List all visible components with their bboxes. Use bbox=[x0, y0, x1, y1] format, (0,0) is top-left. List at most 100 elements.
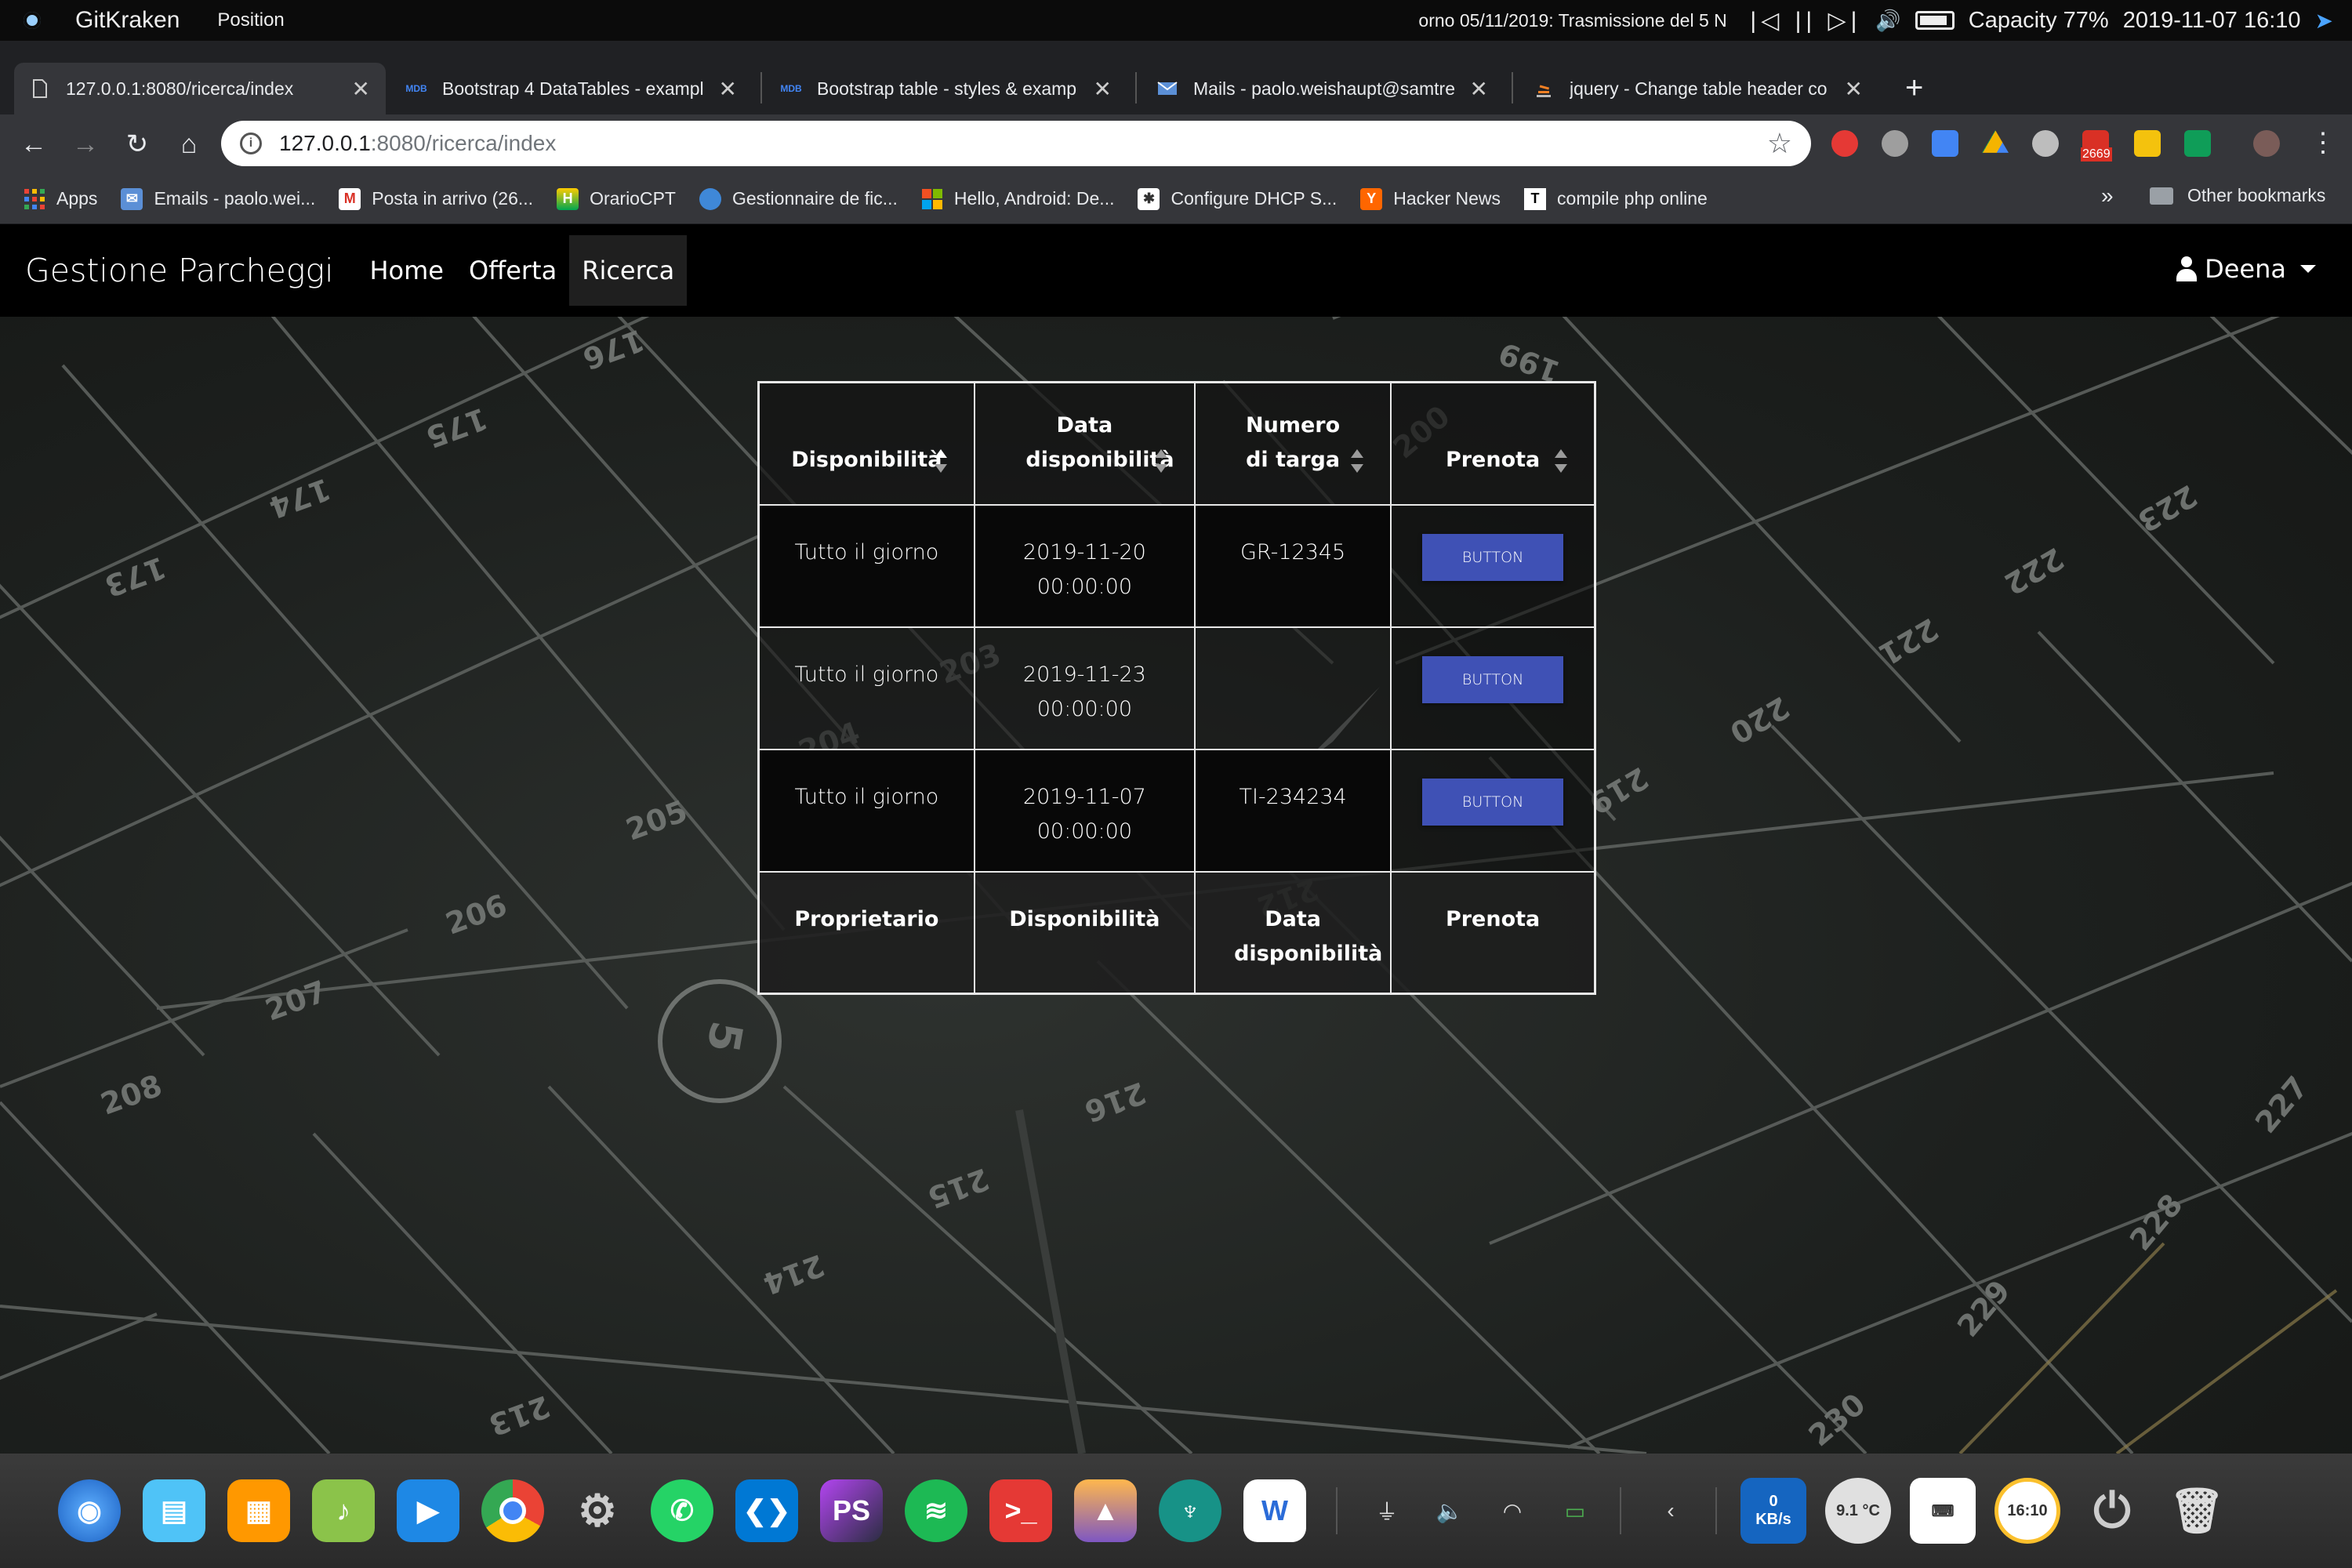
bookmark-star-icon[interactable]: ☆ bbox=[1767, 127, 1792, 160]
bookmark-emails[interactable]: ✉ Emails - paolo.wei... bbox=[121, 187, 315, 210]
mega-extension-icon[interactable] bbox=[1882, 130, 1908, 157]
launcher-icon[interactable]: ◉ bbox=[58, 1479, 121, 1542]
wps-writer-icon[interactable]: W bbox=[1243, 1479, 1306, 1542]
header-disponibilita[interactable]: Disponibilità bbox=[757, 381, 975, 506]
google-drive-icon[interactable] bbox=[1982, 130, 2009, 153]
bookmark-configure-dhcp[interactable]: ✱ Configure DHCP S... bbox=[1138, 187, 1337, 210]
usb-icon[interactable]: ⏚ bbox=[1361, 1485, 1413, 1537]
site-info-icon[interactable]: i bbox=[240, 132, 262, 154]
close-tab-icon[interactable]: ✕ bbox=[352, 76, 370, 102]
google-translate-icon[interactable] bbox=[1932, 130, 1958, 157]
media-controls[interactable]: |◁ || ▷| bbox=[1750, 7, 1861, 34]
cell-targa: GR-12345 bbox=[1193, 503, 1392, 628]
prenota-button[interactable]: BUTTON bbox=[1422, 533, 1564, 581]
active-app-name[interactable]: GitKraken bbox=[75, 7, 180, 34]
sort-icon bbox=[1155, 448, 1167, 473]
music-player-icon[interactable]: ♪ bbox=[312, 1479, 375, 1542]
gitkraken-icon[interactable]: ♆ bbox=[1159, 1479, 1221, 1542]
gmail-icon: M bbox=[339, 187, 361, 210]
trash-icon[interactable]: 🗑 bbox=[2164, 1478, 2230, 1544]
volume-icon[interactable]: 🔊 bbox=[1875, 9, 1900, 33]
spotify-icon[interactable]: ≋ bbox=[905, 1479, 967, 1542]
tab-title: Bootstrap table - styles & examp bbox=[817, 78, 1077, 99]
tab-mails[interactable]: Mails - paolo.weishaupt@samtre ✕ bbox=[1142, 63, 1504, 114]
site-brand[interactable]: Gestione Parcheggi bbox=[25, 252, 333, 289]
tab-bootstrap-datatables[interactable]: MDB Bootstrap 4 DataTables - exampl ✕ bbox=[390, 63, 753, 114]
bookmarks-overflow-button[interactable]: » bbox=[2101, 183, 2114, 209]
phpstorm-icon[interactable]: PS bbox=[820, 1479, 883, 1542]
weather-text: 9.1 °C bbox=[1836, 1501, 1880, 1519]
gmail-badge: 2669 bbox=[2081, 147, 2112, 162]
home-icon[interactable]: ⌂ bbox=[163, 129, 215, 160]
prenota-button[interactable]: BUTTON bbox=[1422, 778, 1564, 826]
nav-ricerca[interactable]: Ricerca bbox=[569, 235, 688, 306]
prenota-button[interactable]: BUTTON bbox=[1422, 655, 1564, 703]
network-speed-widget[interactable]: 0 KB/s bbox=[1740, 1478, 1806, 1544]
parking-table: Disponibilità Data disponibilità Numero … bbox=[757, 381, 1596, 995]
keep-extension-icon[interactable] bbox=[2032, 130, 2059, 157]
table-row: Tutto il giorno 2019-11-23 00:00:00 BUTT… bbox=[757, 626, 1596, 750]
header-data-disponibilita[interactable]: Data disponibilità bbox=[973, 381, 1196, 506]
volume-icon[interactable]: 🔈 bbox=[1424, 1485, 1475, 1537]
app-store-icon[interactable]: ▦ bbox=[227, 1479, 290, 1542]
svg-text:222: 222 bbox=[1998, 541, 2070, 602]
tab-ricerca[interactable]: 127.0.0.1:8080/ricerca/index ✕ bbox=[14, 63, 386, 114]
whatsapp-icon[interactable]: ✆ bbox=[651, 1479, 713, 1542]
tab-jquery[interactable]: jquery - Change table header co ✕ bbox=[1518, 63, 1878, 114]
bookmark-gestionnaire[interactable]: Gestionnaire de fic... bbox=[699, 187, 898, 210]
close-tab-icon[interactable]: ✕ bbox=[719, 76, 737, 102]
wifi-icon[interactable]: ◠ bbox=[1486, 1485, 1538, 1537]
nav-offerta[interactable]: Offerta bbox=[456, 235, 569, 306]
bookmark-hello-android[interactable]: Hello, Android: De... bbox=[921, 188, 1114, 210]
url-text[interactable]: 127.0.0.1:8080/ricerca/index bbox=[279, 131, 1767, 156]
vscode-icon[interactable]: ❮❯ bbox=[735, 1479, 798, 1542]
forward-icon[interactable]: → bbox=[60, 129, 111, 160]
menu-position[interactable]: Position bbox=[217, 9, 284, 31]
tab-title: Mails - paolo.weishaupt@samtre bbox=[1193, 78, 1455, 99]
bookmark-compile-php[interactable]: T compile php online bbox=[1524, 187, 1708, 210]
tab-bootstrap-table[interactable]: MDB Bootstrap table - styles & examp ✕ bbox=[765, 63, 1127, 114]
cell-prenota: BUTTON bbox=[1390, 503, 1596, 628]
cell-targa bbox=[1193, 626, 1392, 750]
close-tab-icon[interactable]: ✕ bbox=[1470, 76, 1488, 102]
video-player-icon[interactable]: ▶ bbox=[397, 1479, 459, 1542]
power-icon[interactable]: ⏻ bbox=[2079, 1478, 2145, 1544]
deepin-logo-icon[interactable] bbox=[24, 12, 41, 29]
close-tab-icon[interactable]: ✕ bbox=[1094, 76, 1112, 102]
battery-icon[interactable]: ▭ bbox=[1549, 1485, 1601, 1537]
dock-divider bbox=[1336, 1487, 1338, 1534]
adblock-extension-icon[interactable] bbox=[1831, 130, 1858, 157]
keyboard-icon[interactable]: ⌨ bbox=[1910, 1478, 1976, 1544]
chevron-left-icon[interactable]: ‹ bbox=[1645, 1485, 1697, 1537]
terminal-icon[interactable]: >_ bbox=[989, 1479, 1052, 1542]
user-dropdown[interactable]: Deena bbox=[2176, 254, 2316, 284]
header-prenota[interactable]: Prenota bbox=[1390, 381, 1596, 506]
bookmark-apps[interactable]: Apps bbox=[24, 188, 97, 210]
extension-icon[interactable] bbox=[2134, 130, 2161, 157]
file-manager-icon[interactable]: ▤ bbox=[143, 1479, 205, 1542]
back-icon[interactable]: ← bbox=[8, 129, 60, 160]
new-tab-button[interactable]: + bbox=[1905, 69, 1923, 107]
cell-disponibilita: Tutto il giorno bbox=[757, 748, 975, 873]
reload-icon[interactable]: ↻ bbox=[111, 129, 163, 160]
chrome-icon[interactable] bbox=[481, 1479, 544, 1542]
image-viewer-icon[interactable]: ▲ bbox=[1074, 1479, 1137, 1542]
settings-icon[interactable]: ⚙ bbox=[566, 1479, 629, 1542]
clock-widget[interactable]: 16:10 bbox=[1994, 1478, 2060, 1544]
bookmark-orariocpt[interactable]: H OrarioCPT bbox=[557, 187, 676, 210]
profile-avatar[interactable] bbox=[2253, 130, 2280, 157]
other-bookmarks-folder[interactable]: Other bookmarks bbox=[2150, 185, 2325, 206]
gmail-checker-icon[interactable]: 2669 bbox=[2081, 130, 2112, 162]
address-bar[interactable]: i 127.0.0.1:8080/ricerca/index ☆ bbox=[221, 121, 1811, 166]
other-bookmarks-label: Other bookmarks bbox=[2187, 185, 2326, 205]
bookmark-hacker-news[interactable]: Y Hacker News bbox=[1360, 187, 1501, 210]
classroom-extension-icon[interactable] bbox=[2184, 130, 2211, 157]
header-label: Prenota bbox=[1445, 447, 1541, 472]
weather-widget[interactable]: 9.1 °C bbox=[1825, 1478, 1891, 1544]
nav-home[interactable]: Home bbox=[357, 235, 456, 306]
close-tab-icon[interactable]: ✕ bbox=[1845, 76, 1863, 102]
bookmark-posta[interactable]: M Posta in arrivo (26... bbox=[339, 187, 533, 210]
chrome-menu-icon[interactable]: ⋮ bbox=[2310, 127, 2336, 158]
header-numero-targa[interactable]: Numero di targa bbox=[1193, 381, 1392, 506]
telegram-icon[interactable]: ➤ bbox=[2315, 8, 2333, 34]
